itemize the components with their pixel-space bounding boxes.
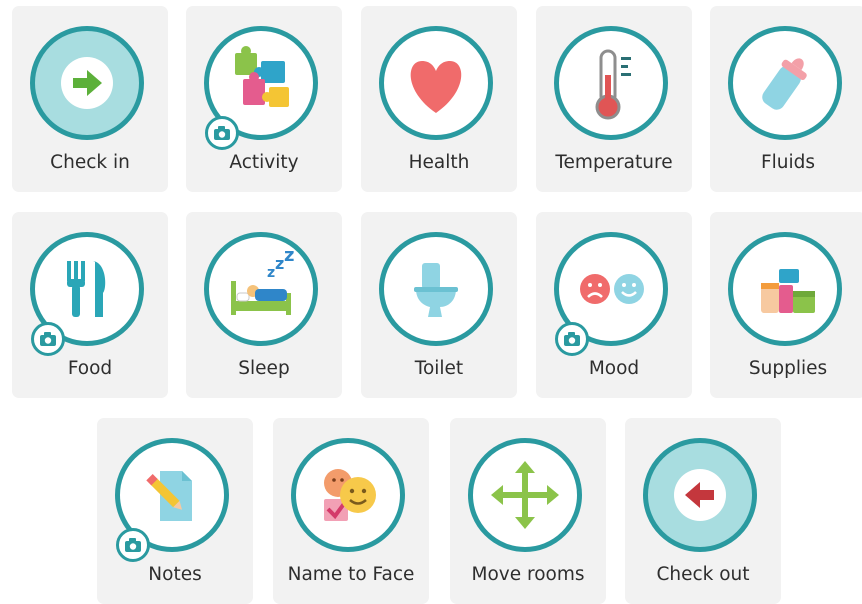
tile-name-to-face[interactable]: Name to Face (273, 418, 429, 604)
tile-mood[interactable]: Mood (536, 212, 692, 398)
tile-health[interactable]: Health (361, 6, 517, 192)
tile-label: Toilet (414, 358, 464, 379)
heart-icon (410, 61, 462, 113)
arrow-left-icon (674, 469, 726, 521)
camera-badge (116, 528, 150, 562)
supplies-icon (761, 269, 815, 313)
tile-label: Sleep (238, 358, 290, 379)
camera-icon (125, 538, 141, 552)
name-to-face-circle (291, 438, 405, 552)
tile-move-rooms[interactable]: Move rooms (450, 418, 606, 604)
tile-label: Name to Face (287, 564, 415, 585)
fluids-circle (728, 26, 842, 140)
tile-label: Health (408, 152, 470, 173)
tile-label: Mood (588, 358, 640, 379)
sleep-circle: z z z (204, 232, 318, 346)
temperature-circle (554, 26, 668, 140)
tile-supplies[interactable]: Supplies (710, 212, 862, 398)
tile-temperature[interactable]: Temperature (536, 6, 692, 192)
tile-label: Check in (50, 152, 130, 173)
tile-sleep[interactable]: z z z Sleep (186, 212, 342, 398)
tile-label: Notes (148, 564, 202, 585)
camera-badge (205, 116, 239, 150)
toilet-icon (414, 263, 458, 317)
name-to-face-icon (324, 469, 376, 521)
camera-badge (31, 322, 65, 356)
health-circle (379, 26, 493, 140)
tile-label: Supplies (748, 358, 828, 379)
camera-icon (214, 126, 230, 140)
svg-text:z: z (267, 265, 275, 281)
tile-check-out[interactable]: Check out (625, 418, 781, 604)
tile-fluids[interactable]: Fluids (710, 6, 862, 192)
svg-text:z: z (284, 245, 294, 266)
arrow-right-icon (61, 57, 113, 109)
tile-toilet[interactable]: Toilet (361, 212, 517, 398)
svg-text:z: z (275, 254, 284, 273)
check-out-circle (643, 438, 757, 552)
baby-bottle-icon (762, 58, 807, 110)
thermometer-icon (595, 49, 631, 120)
supplies-circle (728, 232, 842, 346)
camera-icon (564, 332, 580, 346)
tile-food[interactable]: Food (12, 212, 168, 398)
tile-label: Move rooms (471, 564, 585, 585)
tile-label: Activity (229, 152, 299, 173)
tile-activity[interactable]: Activity (186, 6, 342, 192)
tile-check-in[interactable]: Check in (12, 6, 168, 192)
camera-badge (555, 322, 589, 356)
tile-label: Temperature (555, 152, 673, 173)
camera-icon (40, 332, 56, 346)
tile-label: Check out (656, 564, 750, 585)
toilet-circle (379, 232, 493, 346)
tile-notes[interactable]: Notes (97, 418, 253, 604)
check-in-circle (30, 26, 144, 140)
tile-label: Food (67, 358, 113, 379)
move-rooms-circle (468, 438, 582, 552)
tile-label: Fluids (760, 152, 816, 173)
bed-icon: z z z (231, 245, 294, 315)
move-arrows-icon (491, 461, 559, 529)
